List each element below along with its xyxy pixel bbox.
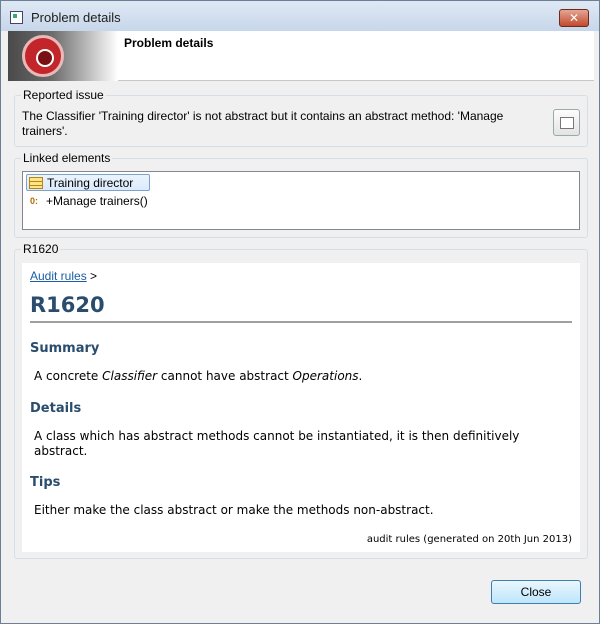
summary-heading: Summary (30, 341, 100, 356)
details-line-2: abstract. (34, 444, 88, 458)
reported-issue-label: Reported issue (21, 88, 106, 102)
summary-part: cannot have abstract (157, 369, 293, 383)
summary-classifier: Classifier (102, 369, 158, 383)
details-line-1: A class which has abstract methods canno… (34, 429, 520, 443)
rule-group-label: R1620 (21, 242, 61, 256)
linked-item-label: Training director (47, 176, 134, 190)
breadcrumb-separator: > (90, 269, 98, 283)
linked-item-training-director[interactable]: Training director (26, 174, 150, 191)
summary-part: A concrete (34, 369, 103, 383)
generated-footer: audit rules (generated on 20th Jun 2013) (366, 534, 572, 545)
banner-title: Problem details (124, 36, 214, 50)
summary-operations: Operations (292, 369, 359, 383)
reported-issue-text: The Classifier 'Training director' is no… (22, 109, 542, 139)
operation-icon: 0: (30, 196, 39, 206)
summary-part: . (358, 369, 363, 383)
banner-image (8, 31, 118, 81)
details-heading: Details (30, 401, 82, 416)
linked-item-label: +Manage trainers() (46, 194, 148, 208)
linked-elements-list[interactable]: Training director 0: +Manage trainers() (22, 171, 580, 230)
class-icon (29, 177, 43, 189)
audit-logo-icon (22, 35, 64, 77)
problem-details-dialog: Problem details ✕ Problem details Report… (0, 0, 600, 624)
app-icon (10, 11, 23, 24)
audit-rules-link[interactable]: Audit rules (30, 269, 87, 283)
header-banner: Problem details (8, 31, 594, 81)
reported-issue-line-1: The Classifier 'Training director' is no… (22, 109, 504, 123)
summary-text: A concrete Classifier cannot have abstra… (34, 369, 362, 384)
breadcrumb: Audit rules > (30, 269, 97, 283)
rule-documentation: Audit rules > R1620 Summary A concrete C… (22, 263, 580, 552)
tips-text: Either make the class abstract or make t… (34, 503, 434, 517)
title-bar[interactable]: Problem details ✕ (1, 1, 599, 31)
rule-title: R1620 (30, 293, 572, 323)
tree-icon (560, 117, 574, 129)
linked-elements-label: Linked elements (21, 151, 113, 165)
locate-button[interactable] (553, 109, 580, 136)
linked-item-manage-trainers[interactable]: 0: +Manage trainers() (26, 193, 186, 210)
window-title: Problem details (31, 10, 121, 25)
details-text: A class which has abstract methods canno… (34, 429, 519, 459)
close-button[interactable]: Close (491, 580, 581, 604)
reported-issue-line-2: trainers'. (22, 124, 68, 138)
window-close-button[interactable]: ✕ (559, 9, 589, 27)
tips-heading: Tips (30, 475, 61, 490)
